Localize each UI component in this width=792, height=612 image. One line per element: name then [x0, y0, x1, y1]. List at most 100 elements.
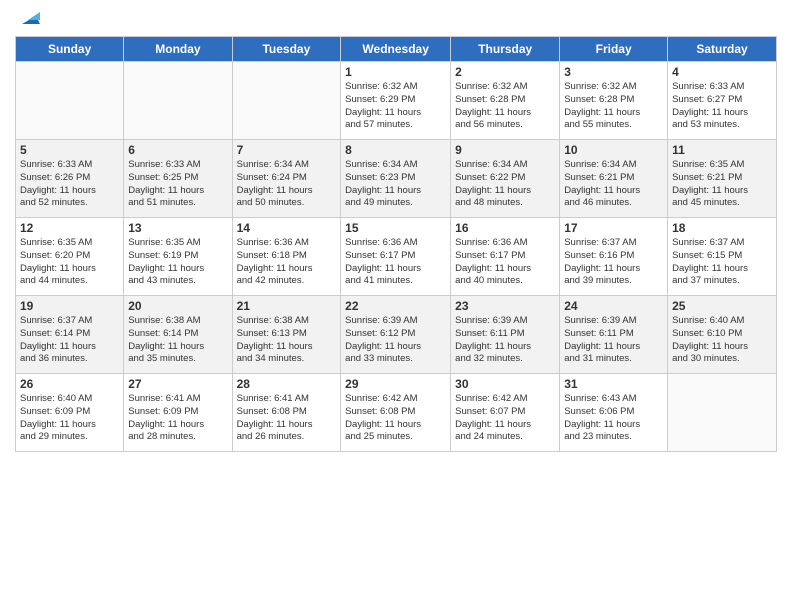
calendar-cell: 21Sunrise: 6:38 AM Sunset: 6:13 PM Dayli… [232, 296, 341, 374]
day-number: 25 [672, 299, 772, 313]
header-row: SundayMondayTuesdayWednesdayThursdayFrid… [16, 37, 777, 62]
calendar-cell: 27 Sunrise: 6:41 AM Sunset: 6:09 PM Dayli… [124, 374, 232, 452]
day-header-friday: Friday [560, 37, 668, 62]
day-number: 24 [564, 299, 663, 313]
calendar-cell [232, 62, 341, 140]
day-info: Sunrise: 6:37 AM Sunset: 6:15 PM Dayligh… [672, 237, 772, 288]
day-number: 21 [237, 299, 337, 313]
day-number: 6 [128, 143, 227, 157]
day-info: Sunrise: 6:39 AM Sunset: 6:11 PM Dayligh… [455, 315, 555, 366]
calendar-cell: 8 Sunrise: 6:34 AM Sunset: 6:23 PM Daylig… [341, 140, 451, 218]
calendar-cell: 18 Sunrise: 6:37 AM Sunset: 6:15 PM Dayli… [668, 218, 777, 296]
day-info: Sunrise: 6:39 AM Sunset: 6:12 PM Dayligh… [345, 315, 446, 366]
day-number: 30 [455, 377, 555, 391]
day-number: 15 [345, 221, 446, 235]
day-number: 7 [237, 143, 337, 157]
week-row-5: 26 Sunrise: 6:40 AM Sunset: 6:09 PM Dayli… [16, 374, 777, 452]
calendar-body: 1Sunrise: 6:32 AM Sunset: 6:29 PM Daylig… [16, 62, 777, 452]
calendar-cell: 16 Sunrise: 6:36 AM Sunset: 6:17 PM Dayli… [451, 218, 560, 296]
week-row-1: 1Sunrise: 6:32 AM Sunset: 6:29 PM Daylig… [16, 62, 777, 140]
day-info: Sunrise: 6:42 AM Sunset: 6:07 PM Dayligh… [455, 393, 555, 444]
day-info: Sunrise: 6:43 AM Sunset: 6:06 PM Dayligh… [564, 393, 663, 444]
day-info: Sunrise: 6:42 AM Sunset: 6:08 PM Dayligh… [345, 393, 446, 444]
day-number: 27 [128, 377, 227, 391]
day-number: 4 [672, 65, 772, 79]
day-number: 13 [128, 221, 227, 235]
week-row-3: 12Sunrise: 6:35 AM Sunset: 6:20 PM Dayli… [16, 218, 777, 296]
calendar-cell: 25 Sunrise: 6:40 AM Sunset: 6:10 PM Dayli… [668, 296, 777, 374]
week-row-2: 5 Sunrise: 6:33 AM Sunset: 6:26 PM Daylig… [16, 140, 777, 218]
day-info: Sunrise: 6:34 AM Sunset: 6:24 PM Dayligh… [237, 159, 337, 210]
day-info: Sunrise: 6:40 AM Sunset: 6:09 PM Dayligh… [20, 393, 119, 444]
day-number: 14 [237, 221, 337, 235]
day-info: Sunrise: 6:33 AM Sunset: 6:27 PM Dayligh… [672, 81, 772, 132]
calendar-cell: 2 Sunrise: 6:32 AM Sunset: 6:28 PM Daylig… [451, 62, 560, 140]
calendar-cell: 15 Sunrise: 6:36 AM Sunset: 6:17 PM Dayli… [341, 218, 451, 296]
logo-icon [18, 6, 40, 28]
day-info: Sunrise: 6:39 AM Sunset: 6:11 PM Dayligh… [564, 315, 663, 366]
day-info: Sunrise: 6:34 AM Sunset: 6:23 PM Dayligh… [345, 159, 446, 210]
day-header-monday: Monday [124, 37, 232, 62]
day-header-thursday: Thursday [451, 37, 560, 62]
day-info: Sunrise: 6:34 AM Sunset: 6:22 PM Dayligh… [455, 159, 555, 210]
day-number: 10 [564, 143, 663, 157]
day-info: Sunrise: 6:32 AM Sunset: 6:28 PM Dayligh… [455, 81, 555, 132]
day-number: 11 [672, 143, 772, 157]
day-number: 2 [455, 65, 555, 79]
day-number: 3 [564, 65, 663, 79]
day-info: Sunrise: 6:41 AM Sunset: 6:09 PM Dayligh… [128, 393, 227, 444]
calendar: SundayMondayTuesdayWednesdayThursdayFrid… [15, 36, 777, 452]
calendar-cell: 19Sunrise: 6:37 AM Sunset: 6:14 PM Dayli… [16, 296, 124, 374]
day-info: Sunrise: 6:36 AM Sunset: 6:17 PM Dayligh… [345, 237, 446, 288]
calendar-cell: 17Sunrise: 6:37 AM Sunset: 6:16 PM Dayli… [560, 218, 668, 296]
day-number: 28 [237, 377, 337, 391]
day-number: 22 [345, 299, 446, 313]
calendar-cell: 31 Sunrise: 6:43 AM Sunset: 6:06 PM Dayli… [560, 374, 668, 452]
calendar-cell: 26 Sunrise: 6:40 AM Sunset: 6:09 PM Dayli… [16, 374, 124, 452]
calendar-cell: 24 Sunrise: 6:39 AM Sunset: 6:11 PM Dayli… [560, 296, 668, 374]
day-info: Sunrise: 6:34 AM Sunset: 6:21 PM Dayligh… [564, 159, 663, 210]
day-info: Sunrise: 6:33 AM Sunset: 6:26 PM Dayligh… [20, 159, 119, 210]
day-number: 19 [20, 299, 119, 313]
day-number: 31 [564, 377, 663, 391]
day-info: Sunrise: 6:40 AM Sunset: 6:10 PM Dayligh… [672, 315, 772, 366]
calendar-cell: 23Sunrise: 6:39 AM Sunset: 6:11 PM Dayli… [451, 296, 560, 374]
day-header-sunday: Sunday [16, 37, 124, 62]
day-number: 16 [455, 221, 555, 235]
day-info: Sunrise: 6:35 AM Sunset: 6:19 PM Dayligh… [128, 237, 227, 288]
day-number: 26 [20, 377, 119, 391]
day-number: 20 [128, 299, 227, 313]
day-info: Sunrise: 6:37 AM Sunset: 6:16 PM Dayligh… [564, 237, 663, 288]
week-row-4: 19Sunrise: 6:37 AM Sunset: 6:14 PM Dayli… [16, 296, 777, 374]
day-number: 18 [672, 221, 772, 235]
calendar-cell: 1Sunrise: 6:32 AM Sunset: 6:29 PM Daylig… [341, 62, 451, 140]
day-info: Sunrise: 6:38 AM Sunset: 6:14 PM Dayligh… [128, 315, 227, 366]
calendar-cell: 13 Sunrise: 6:35 AM Sunset: 6:19 PM Dayli… [124, 218, 232, 296]
day-info: Sunrise: 6:36 AM Sunset: 6:17 PM Dayligh… [455, 237, 555, 288]
day-header-wednesday: Wednesday [341, 37, 451, 62]
day-number: 8 [345, 143, 446, 157]
calendar-cell: 10 Sunrise: 6:34 AM Sunset: 6:21 PM Dayli… [560, 140, 668, 218]
day-info: Sunrise: 6:35 AM Sunset: 6:21 PM Dayligh… [672, 159, 772, 210]
day-info: Sunrise: 6:41 AM Sunset: 6:08 PM Dayligh… [237, 393, 337, 444]
calendar-cell: 6 Sunrise: 6:33 AM Sunset: 6:25 PM Daylig… [124, 140, 232, 218]
calendar-cell: 14 Sunrise: 6:36 AM Sunset: 6:18 PM Dayli… [232, 218, 341, 296]
calendar-cell [668, 374, 777, 452]
logo [15, 10, 40, 28]
calendar-cell: 4 Sunrise: 6:33 AM Sunset: 6:27 PM Daylig… [668, 62, 777, 140]
day-info: Sunrise: 6:33 AM Sunset: 6:25 PM Dayligh… [128, 159, 227, 210]
calendar-cell: 28 Sunrise: 6:41 AM Sunset: 6:08 PM Dayli… [232, 374, 341, 452]
day-number: 5 [20, 143, 119, 157]
calendar-cell: 9Sunrise: 6:34 AM Sunset: 6:22 PM Daylig… [451, 140, 560, 218]
calendar-cell: 11 Sunrise: 6:35 AM Sunset: 6:21 PM Dayli… [668, 140, 777, 218]
calendar-cell: 29 Sunrise: 6:42 AM Sunset: 6:08 PM Dayli… [341, 374, 451, 452]
calendar-cell: 12Sunrise: 6:35 AM Sunset: 6:20 PM Dayli… [16, 218, 124, 296]
day-info: Sunrise: 6:35 AM Sunset: 6:20 PM Dayligh… [20, 237, 119, 288]
calendar-cell: 22 Sunrise: 6:39 AM Sunset: 6:12 PM Dayli… [341, 296, 451, 374]
calendar-cell: 7 Sunrise: 6:34 AM Sunset: 6:24 PM Daylig… [232, 140, 341, 218]
day-number: 29 [345, 377, 446, 391]
day-info: Sunrise: 6:36 AM Sunset: 6:18 PM Dayligh… [237, 237, 337, 288]
day-info: Sunrise: 6:32 AM Sunset: 6:28 PM Dayligh… [564, 81, 663, 132]
day-header-saturday: Saturday [668, 37, 777, 62]
calendar-cell: 5 Sunrise: 6:33 AM Sunset: 6:26 PM Daylig… [16, 140, 124, 218]
